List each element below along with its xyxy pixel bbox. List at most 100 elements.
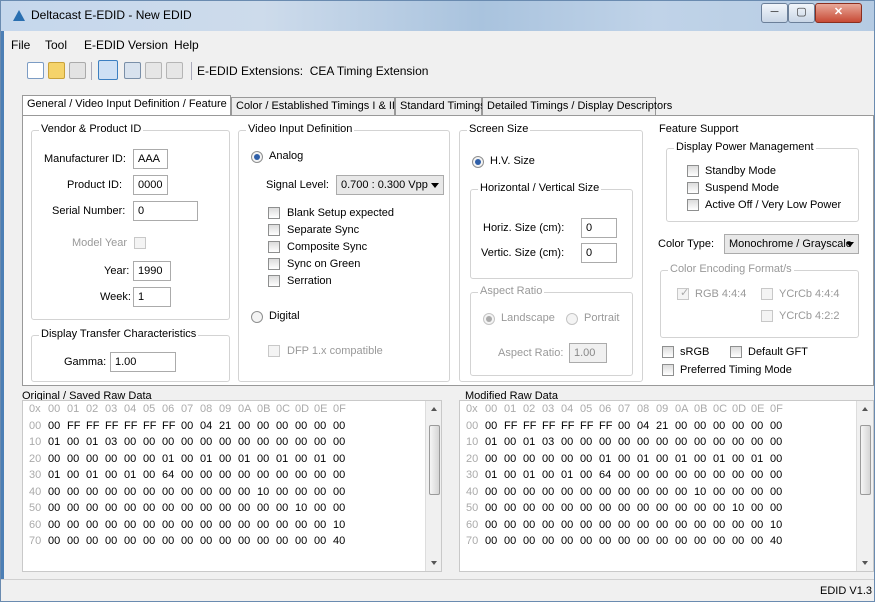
hex-cell[interactable]: FF [542, 420, 561, 432]
hex-cell[interactable]: 03 [105, 436, 124, 448]
hex-cell[interactable]: 00 [580, 502, 599, 514]
hex-cell[interactable]: 10 [770, 519, 789, 531]
hex-cell[interactable]: 01 [675, 453, 694, 465]
separate-sync-checkbox[interactable] [268, 224, 280, 236]
hex-cell[interactable]: 01 [124, 469, 143, 481]
hex-cell[interactable]: 00 [105, 486, 124, 498]
hex-cell[interactable]: 00 [694, 420, 713, 432]
hex-cell[interactable]: 00 [162, 535, 181, 547]
horiz-size-input[interactable]: 0 [581, 218, 617, 238]
hex-cell[interactable]: 00 [276, 535, 295, 547]
open-folder-icon[interactable] [48, 62, 65, 79]
hex-cell[interactable]: 00 [257, 420, 276, 432]
hex-cell[interactable]: 00 [580, 469, 599, 481]
hex-cell[interactable]: 00 [276, 436, 295, 448]
modified-scrollbar[interactable] [856, 401, 873, 571]
hex-cell[interactable]: 00 [238, 436, 257, 448]
hex-cell[interactable]: 00 [561, 502, 580, 514]
hex-cell[interactable]: 00 [561, 535, 580, 547]
hex-cell[interactable]: 00 [105, 469, 124, 481]
hex-cell[interactable]: 00 [580, 453, 599, 465]
serial-number-input[interactable]: 0 [133, 201, 198, 221]
hex-cell[interactable]: 00 [618, 469, 637, 481]
tab-general[interactable]: General / Video Input Definition / Featu… [22, 95, 231, 115]
hex-cell[interactable]: 00 [257, 502, 276, 514]
preferred-timing-checkbox[interactable] [662, 364, 674, 376]
hex-cell[interactable]: 00 [675, 469, 694, 481]
hex-cell[interactable]: 00 [257, 453, 276, 465]
hex-cell[interactable]: 00 [770, 436, 789, 448]
hex-cell[interactable]: 00 [542, 469, 561, 481]
hex-cell[interactable]: 00 [67, 469, 86, 481]
hex-cell[interactable]: 01 [162, 453, 181, 465]
hex-cell[interactable]: 00 [314, 420, 333, 432]
hex-cell[interactable]: 00 [751, 502, 770, 514]
hex-cell[interactable]: 00 [143, 453, 162, 465]
menu-tool[interactable]: Tool [45, 38, 67, 52]
hex-cell[interactable]: 01 [485, 436, 504, 448]
hex-cell[interactable]: 00 [162, 502, 181, 514]
hex-cell[interactable]: 00 [599, 519, 618, 531]
hex-cell[interactable]: 00 [143, 486, 162, 498]
hex-cell[interactable]: 00 [675, 486, 694, 498]
hex-cell[interactable]: 01 [599, 453, 618, 465]
model-year-checkbox[interactable] [134, 237, 146, 249]
digital-radio[interactable] [251, 311, 263, 323]
hex-cell[interactable]: 00 [599, 436, 618, 448]
hex-cell[interactable]: 00 [181, 502, 200, 514]
hex-cell[interactable]: 00 [656, 469, 675, 481]
year-input[interactable]: 1990 [133, 261, 171, 281]
menu-help[interactable]: Help [174, 38, 199, 52]
hex-cell[interactable]: 00 [143, 436, 162, 448]
hex-cell[interactable]: 01 [485, 469, 504, 481]
scroll-down-icon[interactable] [862, 561, 868, 565]
table-view-icon[interactable] [98, 60, 118, 80]
hex-cell[interactable]: 00 [637, 535, 656, 547]
save-icon[interactable] [69, 62, 86, 79]
hex-cell[interactable]: 00 [48, 519, 67, 531]
hex-cell[interactable]: 00 [694, 535, 713, 547]
hex-cell[interactable]: 00 [219, 502, 238, 514]
hex-cell[interactable]: FF [523, 420, 542, 432]
ycrcb444-checkbox[interactable] [761, 288, 773, 300]
blank-setup-checkbox[interactable] [268, 207, 280, 219]
hex-cell[interactable]: 00 [219, 469, 238, 481]
hex-cell[interactable]: 00 [333, 486, 352, 498]
hex-cell[interactable]: 00 [238, 519, 257, 531]
hex-cell[interactable]: 00 [86, 535, 105, 547]
standby-checkbox[interactable] [687, 165, 699, 177]
hex-cell[interactable]: 00 [618, 420, 637, 432]
scroll-up-icon[interactable] [431, 407, 437, 411]
hex-cell[interactable]: 00 [694, 469, 713, 481]
hex-cell[interactable]: 00 [523, 519, 542, 531]
hex-cell[interactable]: 03 [542, 436, 561, 448]
active-off-checkbox[interactable] [687, 199, 699, 211]
hex-cell[interactable]: 00 [162, 436, 181, 448]
hex-cell[interactable]: 00 [181, 420, 200, 432]
hex-cell[interactable]: 00 [181, 519, 200, 531]
hex-cell[interactable]: 00 [67, 453, 86, 465]
hex-cell[interactable]: 00 [618, 486, 637, 498]
hex-cell[interactable]: 00 [295, 436, 314, 448]
hex-cell[interactable]: 00 [751, 486, 770, 498]
hex-cell[interactable]: 01 [561, 469, 580, 481]
hex-cell[interactable]: FF [162, 420, 181, 432]
scroll-thumb[interactable] [429, 425, 440, 495]
hex-cell[interactable]: FF [86, 420, 105, 432]
hex-cell[interactable]: 00 [257, 519, 276, 531]
hex-cell[interactable]: 00 [561, 453, 580, 465]
hex-cell[interactable]: 00 [599, 535, 618, 547]
title-bar[interactable]: Deltacast E-EDID - New EDID ─ ▢ ✕ [1, 1, 874, 31]
hex-cell[interactable]: 00 [200, 486, 219, 498]
hex-cell[interactable]: 00 [751, 436, 770, 448]
hex-cell[interactable]: 00 [637, 519, 656, 531]
hex-cell[interactable]: 10 [257, 486, 276, 498]
hex-cell[interactable]: 00 [580, 535, 599, 547]
hex-cell[interactable]: 00 [713, 486, 732, 498]
hex-cell[interactable]: 10 [295, 502, 314, 514]
scroll-up-icon[interactable] [862, 407, 868, 411]
hex-cell[interactable]: 00 [694, 453, 713, 465]
hex-cell[interactable]: 00 [124, 535, 143, 547]
hex-cell[interactable]: 00 [181, 486, 200, 498]
hex-cell[interactable]: 00 [143, 535, 162, 547]
